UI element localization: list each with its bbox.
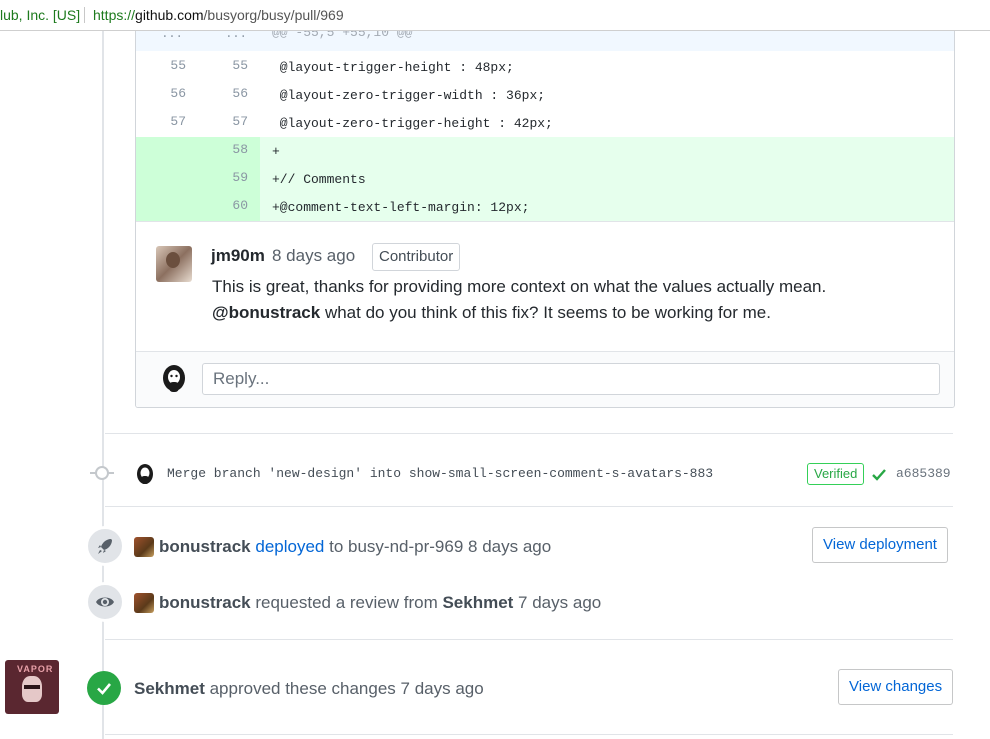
new-line-number[interactable]: 55 (198, 53, 248, 81)
diff-code: +@comment-text-left-margin: 12px; (272, 200, 530, 215)
timeline-divider (105, 433, 953, 434)
hunk-new-expander[interactable]: ... (216, 31, 256, 41)
deploy-event-text: bonustrack deployed to busy-nd-pr-969 8 … (159, 537, 551, 557)
reply-input[interactable] (202, 363, 940, 395)
comment-line: @bonustrack what do you think of this fi… (212, 300, 912, 326)
comment-body: This is great, thanks for providing more… (212, 274, 912, 326)
commit-message-link[interactable]: Merge branch 'new-design' into show-smal… (167, 466, 713, 481)
avatar-lettering: VAPOR (17, 664, 54, 674)
avatar[interactable] (156, 246, 192, 282)
diff-code: @layout-zero-trigger-height : 42px; (272, 116, 553, 131)
timeline-divider (105, 506, 953, 507)
url-text[interactable]: https://github.com/busyorg/busy/pull/969 (93, 0, 344, 30)
diff-code: @layout-zero-trigger-width : 36px; (272, 88, 546, 103)
event-action: approved these changes 7 days ago (204, 679, 484, 698)
diff-code: @layout-trigger-height : 48px; (272, 60, 514, 75)
avatar-figure (22, 676, 42, 702)
old-line-number[interactable]: 56 (136, 81, 186, 109)
diff-code: + (272, 144, 280, 159)
diff-added-line: 59 +// Comments (136, 165, 954, 193)
address-bar[interactable]: lub, Inc. [US] https://github.com/busyor… (0, 0, 990, 31)
reply-box (136, 351, 954, 407)
site-identity[interactable]: lub, Inc. [US] (0, 0, 80, 30)
comment-author[interactable]: jm90m (211, 246, 265, 266)
review-comment: jm90m 8 days ago Contributor This is gre… (136, 221, 954, 352)
address-separator (84, 7, 85, 23)
diff-code: +// Comments (272, 172, 366, 187)
event-time[interactable]: 7 days ago (513, 593, 601, 612)
comment-timestamp[interactable]: 8 days ago (272, 246, 355, 266)
review-diff-card: ... ... @@ -55,5 +55,10 @@ 55 55 @layout… (135, 31, 955, 408)
comment-text: what do you think of this fix? It seems … (320, 303, 771, 322)
url-protocol: https:// (93, 7, 136, 23)
avatar[interactable] (134, 593, 154, 613)
view-changes-button[interactable]: View changes (838, 669, 954, 705)
commit-author-avatar[interactable] (135, 463, 155, 487)
commit-icon (90, 466, 114, 480)
verified-badge[interactable]: Verified (807, 463, 865, 485)
new-line-number[interactable]: 59 (198, 165, 248, 193)
check-icon (87, 671, 121, 705)
current-user-avatar (163, 365, 185, 392)
avatar-glasses (24, 685, 40, 689)
new-line-number[interactable]: 60 (198, 193, 248, 221)
rocket-icon (85, 526, 125, 566)
old-line-number[interactable]: 55 (136, 53, 186, 81)
event-actor[interactable]: Sekhmet (134, 679, 205, 698)
deploy-target: to busy-nd-pr-969 8 days ago (324, 537, 552, 556)
diff-added-line: 60 +@comment-text-left-margin: 12px; (136, 193, 954, 221)
timeline-divider (105, 639, 953, 640)
url-host: github.com (135, 7, 204, 23)
reviewer-avatar[interactable]: VAPOR (5, 660, 59, 714)
user-mention[interactable]: @bonustrack (212, 303, 320, 322)
commit-sha-link[interactable]: a685389 (896, 466, 951, 481)
hunk-range: @@ -55,5 +55,10 @@ (272, 31, 413, 40)
diff-hunk-header[interactable]: ... ... @@ -55,5 +55,10 @@ (136, 31, 954, 51)
event-actor[interactable]: bonustrack (159, 593, 251, 612)
url-path: /busyorg/busy/pull/969 (203, 7, 344, 23)
diff-context-line: 57 57 @layout-zero-trigger-height : 42px… (136, 109, 954, 137)
eye-icon (85, 582, 125, 622)
diff-context-line: 55 55 @layout-trigger-height : 48px; (136, 53, 954, 81)
diff-context-line: 56 56 @layout-zero-trigger-width : 36px; (136, 81, 954, 109)
timeline-divider (105, 734, 953, 735)
new-line-number[interactable]: 57 (198, 109, 248, 137)
reviewer-name[interactable]: Sekhmet (442, 593, 513, 612)
check-icon[interactable] (871, 466, 887, 482)
contributor-badge: Contributor (372, 243, 461, 271)
timeline-line (102, 31, 104, 739)
avatar[interactable] (134, 537, 154, 557)
approval-event-text: Sekhmet approved these changes 7 days ag… (134, 679, 484, 699)
old-line-number[interactable]: 57 (136, 109, 186, 137)
comment-line: This is great, thanks for providing more… (212, 277, 827, 296)
new-line-number[interactable]: 58 (198, 137, 248, 165)
event-action: requested a review from (250, 593, 443, 612)
view-deployment-button[interactable]: View deployment (812, 527, 948, 563)
diff-added-line: 58 + (136, 137, 954, 165)
hunk-old-expander[interactable]: ... (152, 31, 192, 41)
review-request-event-text: bonustrack requested a review from Sekhm… (159, 593, 601, 613)
deployed-link[interactable]: deployed (255, 537, 324, 556)
event-actor[interactable]: bonustrack (159, 537, 251, 556)
new-line-number[interactable]: 56 (198, 81, 248, 109)
